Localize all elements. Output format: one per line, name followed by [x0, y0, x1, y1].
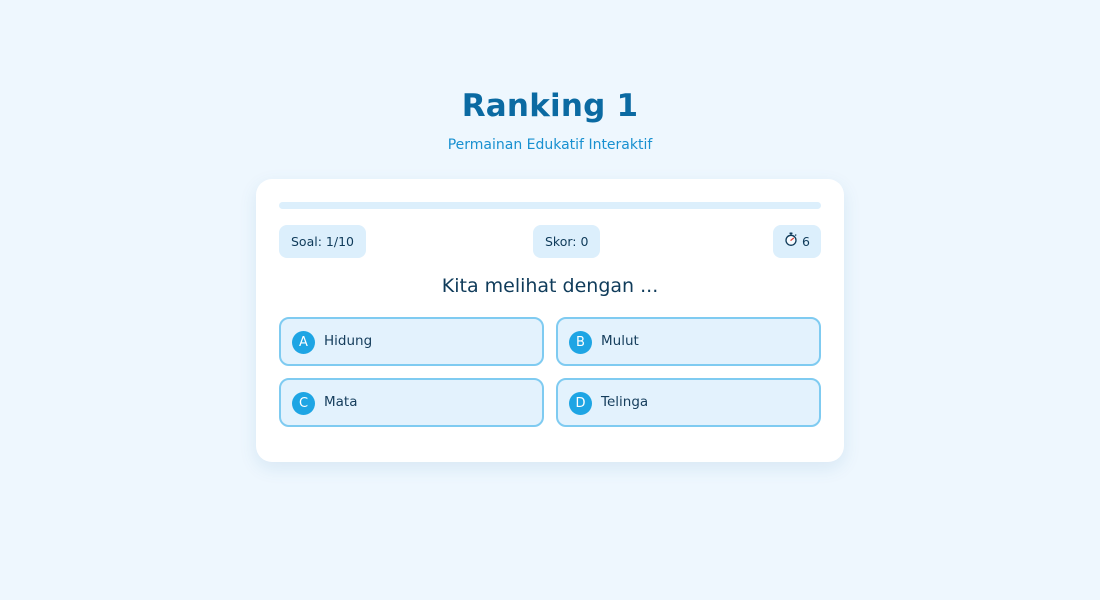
score-badge: Skor: 0 [533, 225, 601, 258]
page-title: Ranking 1 [461, 88, 639, 124]
option-a-button[interactable]: A Hidung [279, 317, 544, 366]
quiz-page: Ranking 1 Permainan Edukatif Interaktif … [0, 0, 1100, 600]
option-letter-badge: C [292, 392, 315, 415]
option-letter-badge: D [569, 392, 592, 415]
option-label: Mata [324, 394, 358, 410]
timer-value: 6 [802, 234, 810, 249]
option-label: Hidung [324, 333, 373, 349]
option-letter-badge: A [292, 331, 315, 354]
option-label: Mulut [601, 333, 639, 349]
option-label: Telinga [601, 394, 649, 410]
quiz-card: Soal: 1/10 Skor: 0 6 Kita melihat dengan… [256, 179, 844, 462]
question-counter-badge: Soal: 1/10 [279, 225, 366, 258]
timer-badge: 6 [773, 225, 821, 258]
stopwatch-icon [784, 225, 798, 258]
option-b-button[interactable]: B Mulut [556, 317, 821, 366]
option-c-button[interactable]: C Mata [279, 378, 544, 427]
page-subtitle: Permainan Edukatif Interaktif [447, 137, 653, 153]
question-text: Kita melihat dengan ... [441, 275, 659, 297]
option-letter-badge: B [569, 331, 592, 354]
progress-bar [279, 202, 821, 209]
option-d-button[interactable]: D Telinga [556, 378, 821, 427]
